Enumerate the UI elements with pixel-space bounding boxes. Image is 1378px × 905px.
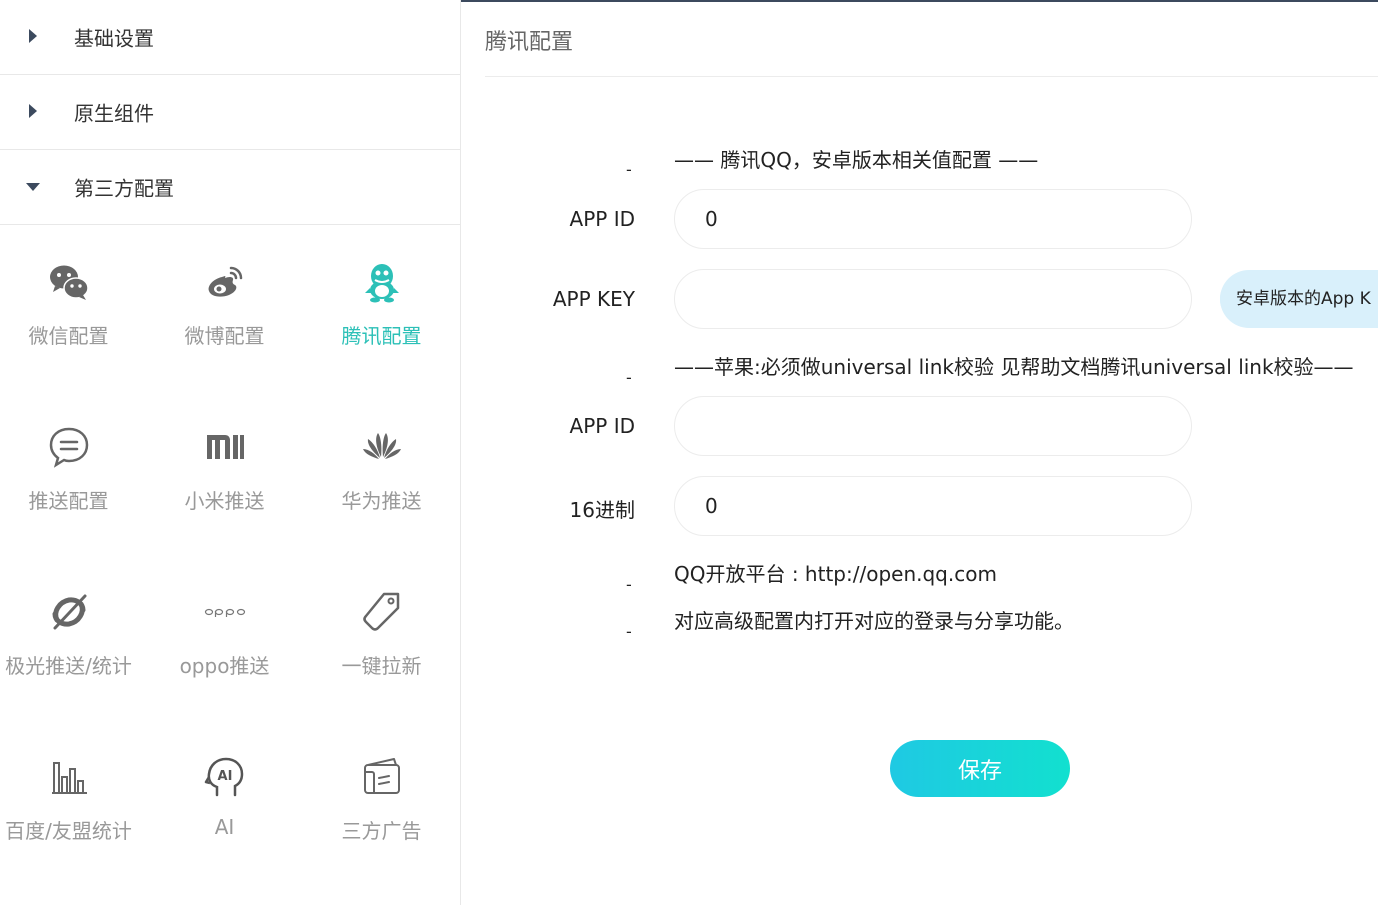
android-app-id-label: APP ID bbox=[569, 207, 635, 231]
tile-label: 微信配置 bbox=[28, 324, 109, 348]
main-content: 腾讯配置 - —— 腾讯QQ，安卓版本相关值配置 —— APP ID APP K… bbox=[485, 0, 1378, 905]
save-button[interactable]: 保存 bbox=[890, 740, 1070, 797]
tile-label: 腾讯配置 bbox=[341, 324, 422, 348]
tile-label: 推送配置 bbox=[28, 489, 109, 513]
menu-label: 第三方配置 bbox=[74, 176, 174, 201]
tile-jiguang[interactable]: 极光推送/统计 bbox=[0, 556, 147, 678]
tile-baidu-umeng[interactable]: 百度/友盟统计 bbox=[0, 721, 147, 843]
title-divider bbox=[485, 76, 1378, 77]
tile-push[interactable]: 推送配置 bbox=[0, 391, 147, 513]
android-app-key-label: APP KEY bbox=[552, 287, 635, 311]
caret-right-icon bbox=[29, 29, 37, 43]
row-marker: - bbox=[626, 368, 632, 387]
login-share-note: 对应高级配置内打开对应的登录与分享功能。 bbox=[674, 609, 1074, 633]
tile-label: AI bbox=[214, 815, 235, 839]
hex-input[interactable] bbox=[674, 476, 1192, 536]
tile-label: 微博配置 bbox=[184, 324, 265, 348]
tile-one-click[interactable]: 一键拉新 bbox=[303, 556, 460, 678]
tile-label: 三方广告 bbox=[341, 819, 422, 843]
xiaomi-icon bbox=[203, 425, 247, 469]
ios-app-id-label: APP ID bbox=[569, 414, 635, 438]
menu-label: 基础设置 bbox=[74, 26, 154, 51]
tile-wechat[interactable]: 微信配置 bbox=[0, 226, 147, 348]
tile-label: 华为推送 bbox=[341, 489, 422, 513]
wechat-icon bbox=[47, 260, 91, 304]
android-app-id-input[interactable] bbox=[674, 189, 1192, 249]
menu-label: 原生组件 bbox=[74, 101, 154, 126]
tile-third-party-ads[interactable]: 三方广告 bbox=[303, 721, 460, 843]
jiguang-icon bbox=[47, 590, 91, 634]
tile-label: oppo推送 bbox=[179, 654, 270, 678]
ai-head-icon: AI bbox=[203, 755, 247, 799]
bar-chart-icon bbox=[47, 755, 91, 799]
tile-huawei[interactable]: 华为推送 bbox=[303, 391, 460, 513]
tile-tencent[interactable]: 腾讯配置 bbox=[303, 226, 460, 348]
tile-label: 一键拉新 bbox=[341, 654, 422, 678]
menu-native-components[interactable]: 原生组件 bbox=[0, 75, 460, 150]
row-marker: - bbox=[626, 575, 632, 594]
caret-down-icon bbox=[26, 183, 40, 191]
tile-weibo[interactable]: 微博配置 bbox=[146, 226, 303, 348]
page-title: 腾讯配置 bbox=[485, 30, 574, 55]
android-app-key-input[interactable] bbox=[674, 269, 1192, 329]
tile-label: 百度/友盟统计 bbox=[5, 819, 132, 843]
app-key-tooltip: 安卓版本的App K bbox=[1220, 270, 1378, 328]
menu-basic-settings[interactable]: 基础设置 bbox=[0, 0, 460, 75]
sidebar: 基础设置 原生组件 第三方配置 微信配置 微博配置 腾讯配置 推送配置 小米推送… bbox=[0, 0, 461, 905]
ios-section-header: ——苹果:必须做universal link校验 见帮助文档腾讯universa… bbox=[674, 355, 1354, 379]
weibo-icon bbox=[203, 260, 247, 304]
row-marker: - bbox=[626, 160, 632, 179]
android-section-header: —— 腾讯QQ，安卓版本相关值配置 —— bbox=[674, 148, 1039, 172]
tile-oppo[interactable]: oppo推送 bbox=[146, 556, 303, 678]
tag-icon bbox=[360, 590, 404, 634]
ios-app-id-input[interactable] bbox=[674, 396, 1192, 456]
qq-platform-note: QQ开放平台 : http://open.qq.com bbox=[674, 562, 997, 586]
qq-icon bbox=[360, 260, 404, 304]
tile-xiaomi[interactable]: 小米推送 bbox=[146, 391, 303, 513]
ad-card-icon bbox=[360, 755, 404, 799]
row-marker: - bbox=[626, 622, 632, 641]
oppo-icon bbox=[203, 590, 247, 634]
huawei-icon bbox=[360, 425, 404, 469]
menu-third-party[interactable]: 第三方配置 bbox=[0, 150, 460, 225]
tile-ai[interactable]: AI AI bbox=[146, 721, 303, 841]
tile-label: 小米推送 bbox=[184, 489, 265, 513]
svg-text:AI: AI bbox=[217, 769, 232, 784]
tile-label: 极光推送/统计 bbox=[5, 654, 132, 678]
chat-bubble-icon bbox=[47, 425, 91, 469]
hex-label: 16进制 bbox=[569, 498, 635, 522]
caret-right-icon bbox=[29, 104, 37, 118]
